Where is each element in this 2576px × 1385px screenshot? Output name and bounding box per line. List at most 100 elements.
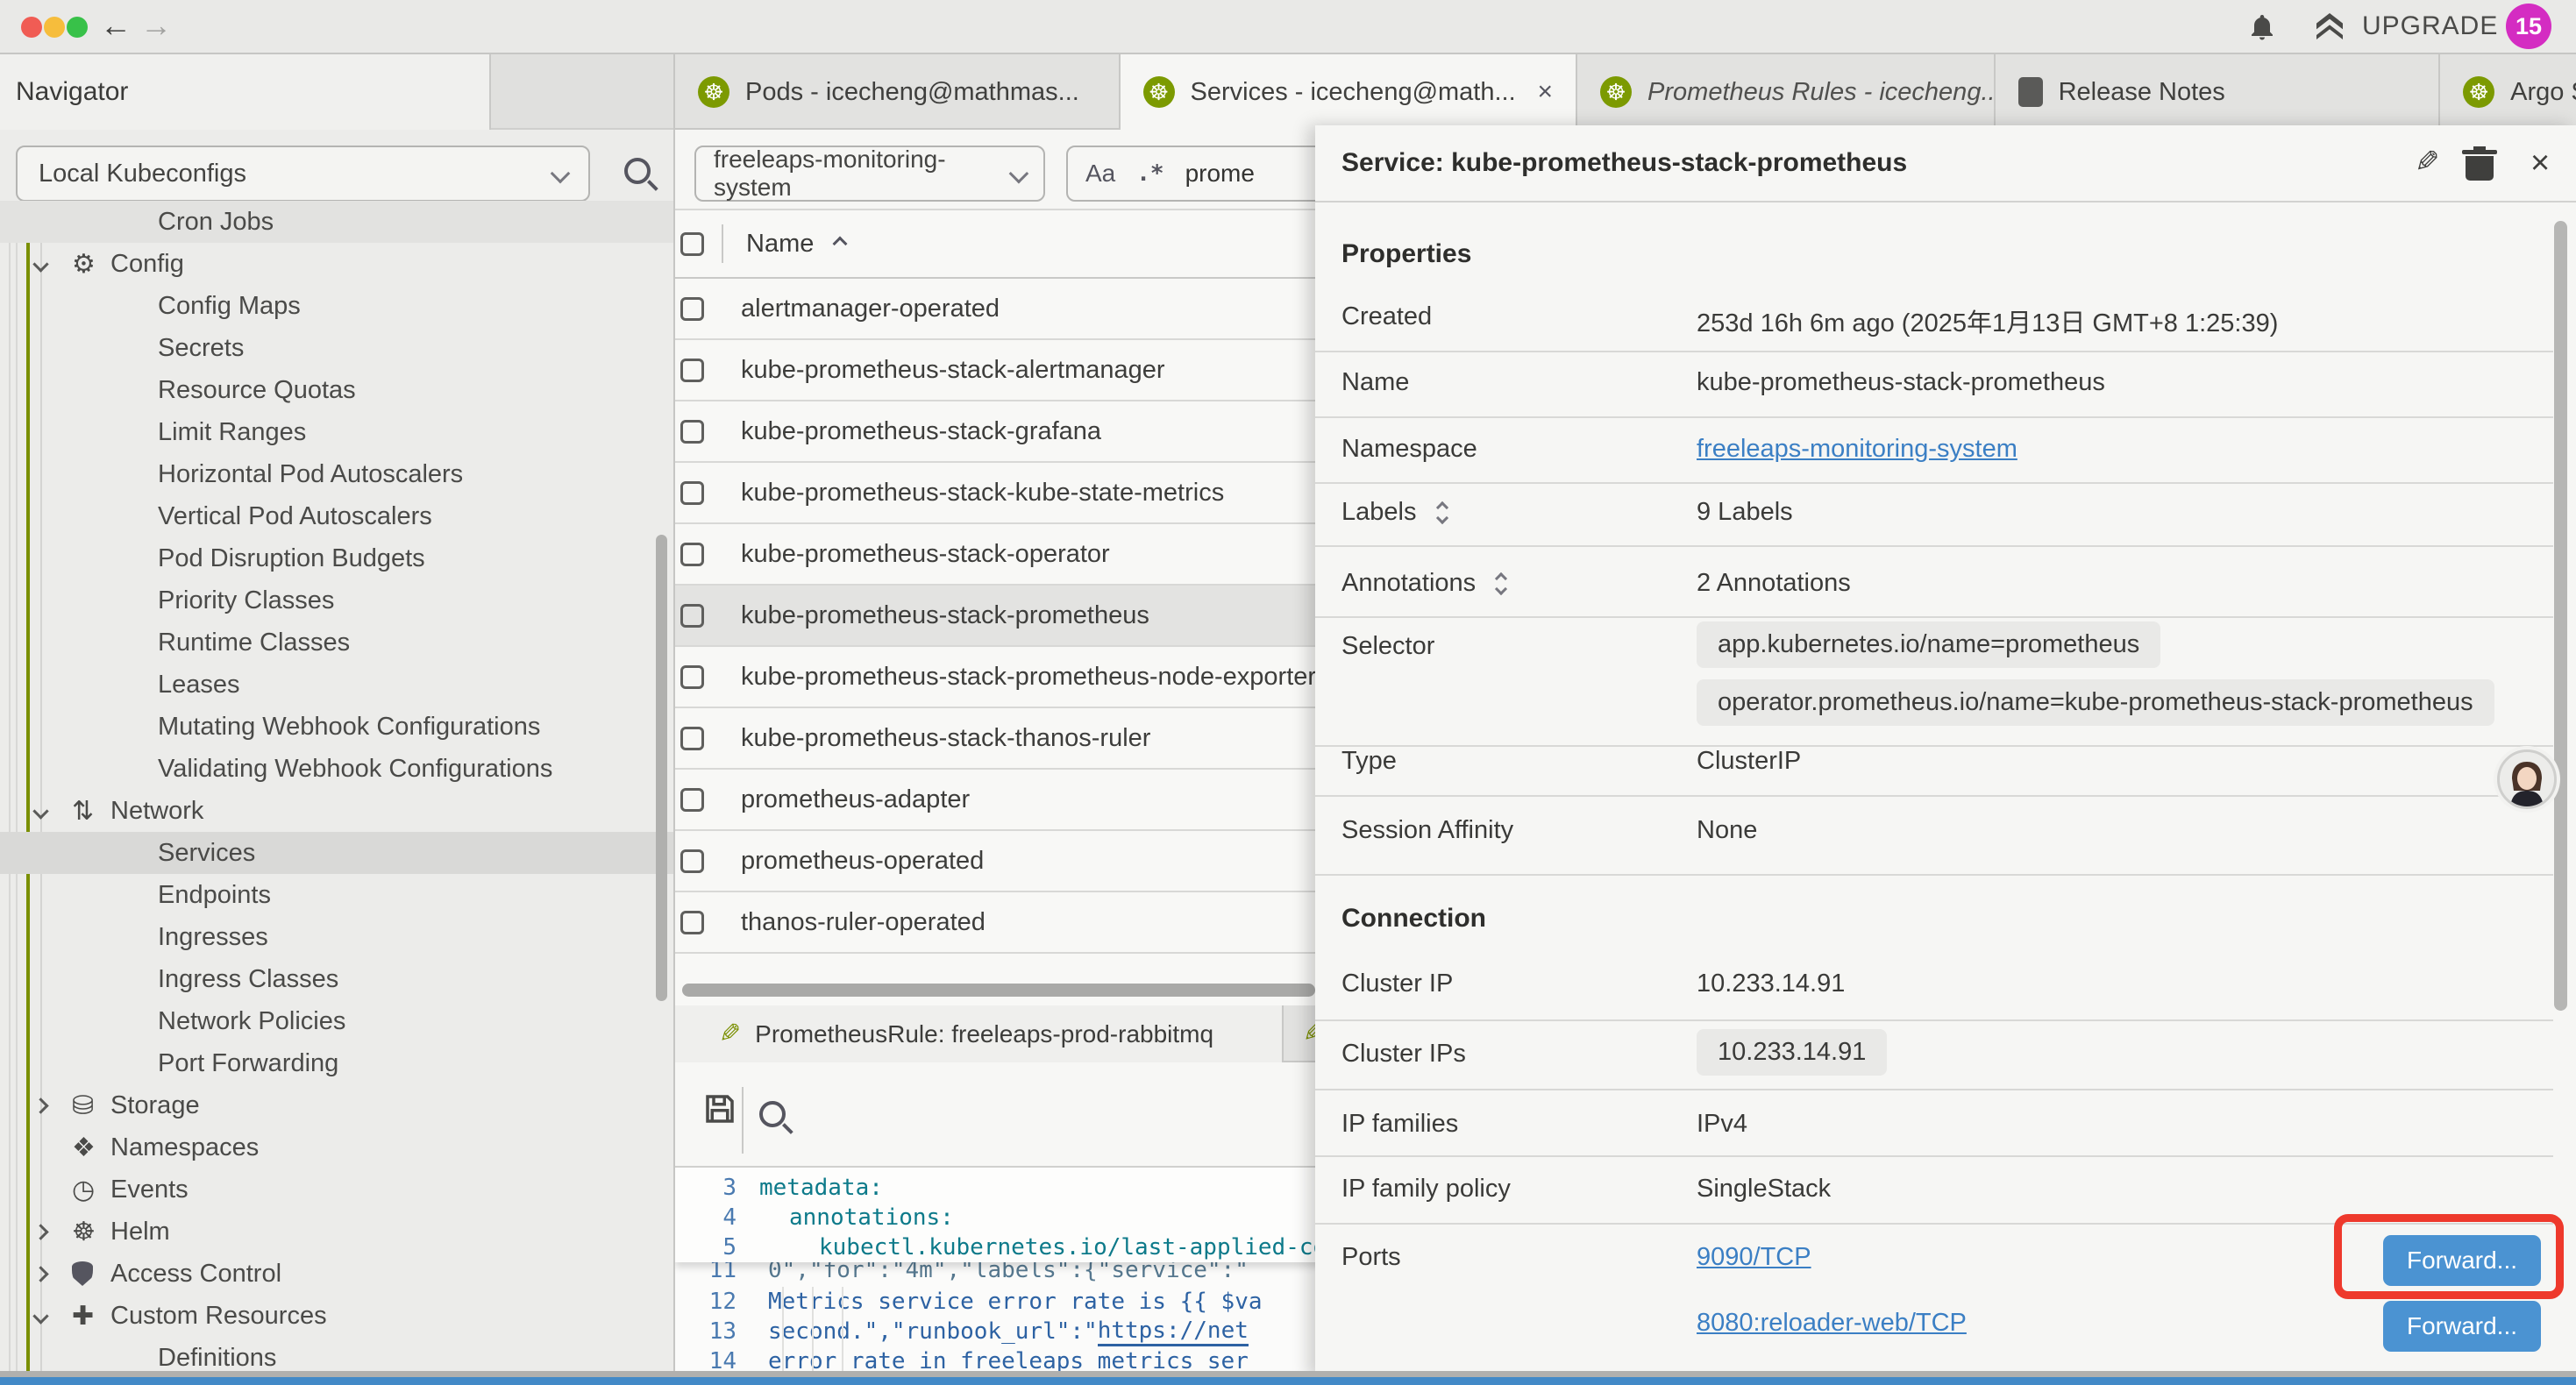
sidebar-item[interactable]: Access Control bbox=[0, 1253, 675, 1295]
ports-label: Ports bbox=[1341, 1243, 1401, 1272]
notification-count-badge[interactable]: 15 bbox=[2506, 4, 2551, 49]
sidebar-item[interactable]: Config bbox=[0, 243, 675, 285]
sidebar-item[interactable]: Config Maps bbox=[0, 285, 675, 327]
tree-chevron-icon[interactable] bbox=[35, 259, 72, 270]
table-row[interactable]: prometheus-operated bbox=[675, 831, 1324, 892]
sidebar-item[interactable]: Helm bbox=[0, 1211, 675, 1253]
expand-collapse-icon[interactable] bbox=[1497, 574, 1505, 593]
sidebar-item[interactable]: Ingresses bbox=[0, 916, 675, 958]
regex-toggle[interactable]: .* bbox=[1136, 160, 1163, 187]
port-link-9090[interactable]: 9090/TCP bbox=[1697, 1243, 1811, 1272]
table-row[interactable]: alertmanager-operated bbox=[675, 279, 1324, 340]
upgrade-button[interactable]: UPGRADE bbox=[2311, 9, 2498, 44]
tree-chevron-icon[interactable] bbox=[35, 806, 72, 817]
row-checkbox[interactable] bbox=[680, 727, 704, 750]
row-checkbox[interactable] bbox=[680, 665, 704, 689]
tab[interactable]: Release Notes bbox=[1996, 54, 2441, 130]
table-row[interactable]: prometheus-adapter bbox=[675, 770, 1324, 831]
sidebar-item[interactable]: Validating Webhook Configurations bbox=[0, 748, 675, 790]
namespace-select[interactable]: freeleaps-monitoring-system bbox=[694, 146, 1045, 202]
select-all-checkbox[interactable] bbox=[680, 232, 704, 256]
sidebar-item[interactable]: Priority Classes bbox=[0, 579, 675, 621]
tab-close-icon[interactable]: × bbox=[1538, 77, 1554, 107]
sidebar-item[interactable]: Events bbox=[0, 1168, 675, 1211]
table-row[interactable]: kube-prometheus-stack-prometheus-node-ex… bbox=[675, 647, 1324, 708]
table-row[interactable]: kube-prometheus-stack-operator bbox=[675, 524, 1324, 586]
kubeconfig-select[interactable]: Local Kubeconfigs bbox=[16, 146, 590, 202]
sidebar-item[interactable]: Cron Jobs bbox=[0, 201, 675, 243]
window-close-button[interactable] bbox=[21, 17, 42, 38]
match-case-toggle[interactable]: Aa bbox=[1085, 160, 1115, 188]
row-checkbox[interactable] bbox=[680, 481, 704, 505]
table-row[interactable]: kube-prometheus-stack-alertmanager bbox=[675, 340, 1324, 401]
resource-tree: Cron Jobs Config Config Maps Secrets bbox=[0, 201, 675, 1378]
row-checkbox[interactable] bbox=[680, 420, 704, 444]
services-table-header[interactable]: Name bbox=[675, 210, 1324, 279]
row-checkbox[interactable] bbox=[680, 297, 704, 321]
sidebar-item[interactable]: Runtime Classes bbox=[0, 621, 675, 664]
row-checkbox[interactable] bbox=[680, 604, 704, 628]
table-row[interactable]: thanos-ruler-operated bbox=[675, 892, 1324, 954]
forward-icon[interactable]: → bbox=[140, 7, 172, 44]
delete-trash-icon[interactable] bbox=[2466, 146, 2494, 181]
edit-pencil-icon[interactable]: ✎ bbox=[2415, 145, 2440, 180]
search-icon[interactable] bbox=[624, 158, 651, 184]
sidebar-item[interactable]: Storage bbox=[0, 1084, 675, 1126]
sidebar-scrollbar[interactable] bbox=[656, 535, 667, 1001]
tab[interactable]: Prometheus Rules - icecheng... bbox=[1577, 54, 1996, 130]
tab-navigator[interactable]: Navigator bbox=[0, 54, 491, 130]
sidebar-item[interactable]: Horizontal Pod Autoscalers bbox=[0, 453, 675, 495]
tab[interactable]: Pods - icecheng@mathmas... bbox=[675, 54, 1121, 130]
sidebar-item[interactable]: Secrets bbox=[0, 327, 675, 369]
sidebar-item[interactable]: Resource Quotas bbox=[0, 369, 675, 411]
tree-chevron-icon[interactable] bbox=[35, 1100, 72, 1112]
sidebar-item[interactable]: Ingress Classes bbox=[0, 958, 675, 1000]
tab[interactable]: Services - icecheng@math... × bbox=[1121, 54, 1578, 130]
detail-scrollbar[interactable] bbox=[2554, 221, 2567, 1011]
name-column-header[interactable]: Name bbox=[746, 230, 814, 259]
sidebar-item[interactable]: Network bbox=[0, 790, 675, 832]
forward-button-8080[interactable]: Forward... bbox=[2383, 1301, 2541, 1352]
sidebar-item[interactable]: Services bbox=[0, 832, 675, 874]
sidebar-item[interactable]: Custom Resources bbox=[0, 1295, 675, 1337]
close-icon[interactable]: × bbox=[2530, 145, 2550, 182]
window-minimize-button[interactable] bbox=[44, 17, 65, 38]
sidebar-item[interactable]: Endpoints bbox=[0, 874, 675, 916]
sort-ascending-icon[interactable] bbox=[833, 237, 848, 252]
sidebar-item[interactable]: Port Forwarding bbox=[0, 1042, 675, 1084]
tree-chevron-icon[interactable] bbox=[35, 1268, 72, 1280]
save-icon[interactable] bbox=[701, 1090, 738, 1132]
search-icon[interactable] bbox=[759, 1101, 786, 1127]
sidebar-item[interactable]: Limit Ranges bbox=[0, 411, 675, 453]
yaml-editor[interactable]: 3metadata: 4annotations: 5kubectl.kubern… bbox=[675, 1166, 1324, 1378]
table-horizontal-scrollbar[interactable] bbox=[682, 984, 1315, 997]
row-checkbox[interactable] bbox=[680, 788, 704, 812]
tree-chevron-icon[interactable] bbox=[35, 1310, 72, 1322]
sidebar-item[interactable]: Namespaces bbox=[0, 1126, 675, 1168]
namespace-link[interactable]: freeleaps-monitoring-system bbox=[1697, 435, 2017, 464]
row-checkbox[interactable] bbox=[680, 359, 704, 382]
table-row[interactable]: kube-prometheus-stack-kube-state-metrics bbox=[675, 463, 1324, 524]
runbook-url-link[interactable]: https://net bbox=[1098, 1318, 1249, 1346]
avatar[interactable] bbox=[2497, 749, 2557, 809]
sidebar-item[interactable]: Leases bbox=[0, 664, 675, 706]
code-line: 13second.","runbook_url":"https://net bbox=[675, 1317, 1324, 1346]
row-checkbox[interactable] bbox=[680, 911, 704, 934]
sidebar-item[interactable]: Mutating Webhook Configurations bbox=[0, 706, 675, 748]
port-link-8080[interactable]: 8080:reloader-web/TCP bbox=[1697, 1309, 1967, 1338]
tab-prometheusrule[interactable]: ✎ PrometheusRule: freeleaps-prod-rabbitm… bbox=[675, 1005, 1284, 1062]
tree-chevron-icon[interactable] bbox=[35, 1226, 72, 1238]
sidebar-item[interactable]: Vertical Pod Autoscalers bbox=[0, 495, 675, 537]
notifications-bell-icon[interactable] bbox=[2246, 12, 2278, 48]
table-row[interactable]: kube-prometheus-stack-prometheus bbox=[675, 586, 1324, 647]
expand-collapse-icon[interactable] bbox=[1438, 503, 1447, 522]
back-icon[interactable]: ← bbox=[100, 7, 132, 44]
row-checkbox[interactable] bbox=[680, 543, 704, 566]
sidebar-item[interactable]: Network Policies bbox=[0, 1000, 675, 1042]
table-row[interactable]: kube-prometheus-stack-grafana bbox=[675, 401, 1324, 463]
window-zoom-button[interactable] bbox=[67, 17, 88, 38]
sidebar-item[interactable]: Pod Disruption Budgets bbox=[0, 537, 675, 579]
table-row[interactable]: kube-prometheus-stack-thanos-ruler bbox=[675, 708, 1324, 770]
tab[interactable]: Argo Se bbox=[2440, 54, 2576, 130]
row-checkbox[interactable] bbox=[680, 849, 704, 873]
